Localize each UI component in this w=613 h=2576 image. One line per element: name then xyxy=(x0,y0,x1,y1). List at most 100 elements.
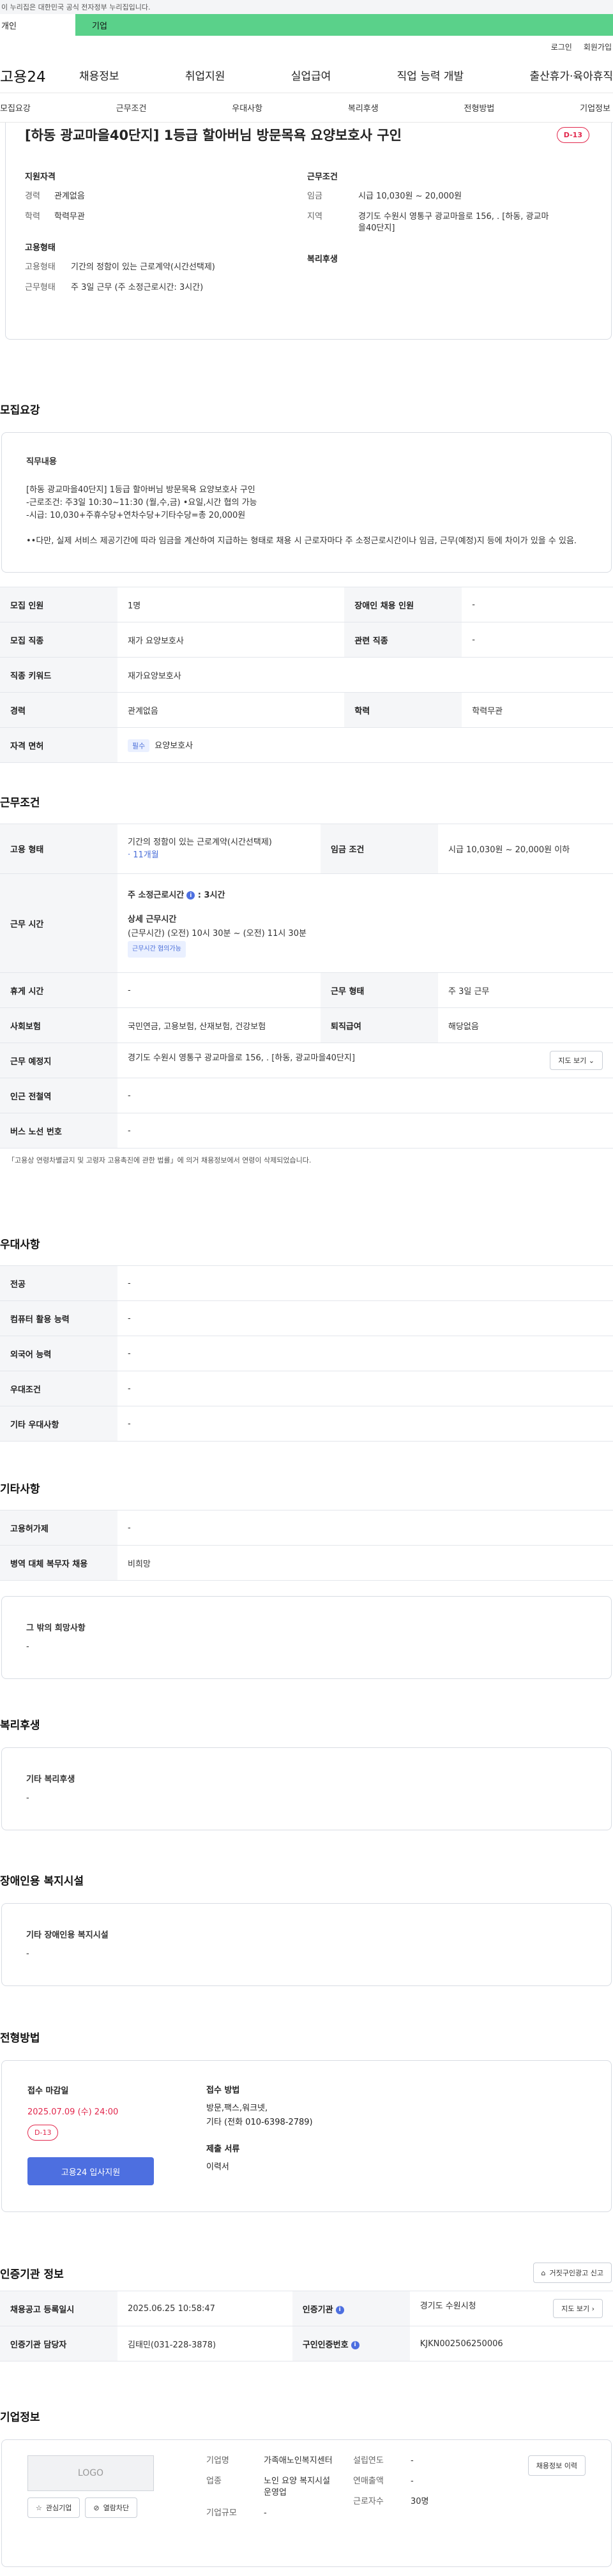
org-map-button-label: 지도 보기 xyxy=(561,2305,590,2313)
info-icon[interactable]: i xyxy=(351,2340,359,2349)
gnb-item-unemployment[interactable]: 실업급여 xyxy=(291,67,331,83)
subnav-welfare[interactable]: 복리후생 xyxy=(348,102,379,114)
pref-title: 우대사항 xyxy=(0,1239,40,1251)
disability-section: 장애인용 복지시설 기타 장애인용 복지시설 - xyxy=(0,1872,613,1986)
login-link[interactable]: 로그인 xyxy=(551,41,572,52)
edu-value: 학력무관 xyxy=(462,692,613,728)
map-button-label: 지도 보기 xyxy=(558,1057,587,1065)
gnb-item-training[interactable]: 직업 능력 개발 xyxy=(397,67,464,83)
time-label: 근무 시간 xyxy=(0,873,117,973)
size-row: 기업규모 - xyxy=(206,2508,353,2519)
disabled-value: - xyxy=(462,587,613,622)
signup-link[interactable]: 회원가입 xyxy=(584,41,612,52)
history-button-label: 채용정보 이력 xyxy=(536,2462,577,2470)
tab-personal[interactable]: 개인 xyxy=(0,14,75,36)
cond-heading: 근무조건 xyxy=(307,172,338,182)
map-button[interactable]: 지도 보기 ⌄ xyxy=(550,1051,603,1070)
block-button[interactable]: ⊘ 열람차단 xyxy=(85,2497,138,2518)
company-logo-col: LOGO ☆ 관심기업 ⊘ 열람차단 xyxy=(27,2455,206,2551)
staff-label: 근로자수 xyxy=(353,2497,384,2506)
info-icon[interactable]: i xyxy=(186,891,195,900)
table-row: 우대조건 - xyxy=(0,1371,613,1406)
company-name-label: 기업명 xyxy=(206,2456,229,2466)
weekly-hours-value: : 3시간 xyxy=(197,891,225,900)
job-title: [하동 광교마을40단지] 1등급 할아버님 방문목욕 요양보호사 구인 xyxy=(25,128,402,143)
qual-heading: 지원자격 xyxy=(25,172,56,182)
welfare-heading: 기타 복리후생 xyxy=(26,1775,75,1784)
wage-label: 임금 xyxy=(307,192,322,201)
industry-row: 업종 노인 요양 복지시설 운영업 xyxy=(206,2476,353,2499)
negotiable-tag: 근무시간 협의가능 xyxy=(128,941,186,958)
insurance-value: 국민연금, 고용보험, 산재보험, 건강보험 xyxy=(117,1007,321,1043)
detail-hours-label: 상세 근무시간 xyxy=(128,915,177,924)
num-value: KJKN002506250006 xyxy=(409,2326,613,2361)
gov-notice-text: 이 누리집은 대한민국 공식 전자정부 누리집입니다. xyxy=(1,3,151,11)
report-button[interactable]: ⌂ 거짓구인광고 신고 xyxy=(533,2263,612,2283)
related-label: 관련 직종 xyxy=(344,622,462,658)
gov-notice-bar: 이 누리집은 대한민국 공식 전자정부 누리집입니다. xyxy=(0,0,613,14)
career-row: 경력 관계없음 xyxy=(25,191,307,202)
site-logo[interactable]: 고용24 xyxy=(0,64,79,86)
wtype-row: 근무형태 주 3일 근무 (주 소정근로시간: 3시간) xyxy=(25,282,307,294)
gnb-item-jobs[interactable]: 채용정보 xyxy=(79,67,119,83)
etc-value: - xyxy=(117,1510,613,1546)
table-row: 인증기관 담당자 김태민(031-228-3878) 구인인증번호 i KJKN0… xyxy=(0,2326,613,2361)
etc-section: 기타사항 고용허가제 - 병역 대체 복무자 채용 비희망 그 밖의 희망사항 - xyxy=(0,1480,613,1679)
gnb-menu: 채용정보 취업지원 실업급여 직업 능력 개발 출산휴가·육아휴직 xyxy=(79,67,613,83)
bus-value: - xyxy=(117,1113,613,1149)
gnb-item-employment-support[interactable]: 취업지원 xyxy=(185,67,225,83)
career-label: 경력 xyxy=(25,192,40,201)
company-box: LOGO ☆ 관심기업 ⊘ 열람차단 기업명 가족애노인복지센터 업종 노인 요양 복지… xyxy=(1,2439,612,2567)
etype-value: 기간의 정함이 있는 근로계약(시간선택제) xyxy=(128,837,272,847)
edu-row: 학력 학력무관 xyxy=(25,211,307,223)
severance-label: 퇴직급여 xyxy=(321,1007,438,1043)
job-desc-box: 직무내용 [하동 광교마을40단지] 1등급 할아버님 방문목욕 요양보호사 구… xyxy=(1,432,612,573)
revenue-row: 연매출액 - xyxy=(353,2476,429,2487)
favorite-button-label: 관심기업 xyxy=(45,2504,72,2512)
apply-button[interactable]: 고용24 입사지원 xyxy=(27,2157,154,2185)
job-desc-line-2: -근로조건: 주3일 10:30~11:30 (월,수,금) •요일,시간 협의… xyxy=(26,498,257,508)
dday-badge: D-13 xyxy=(27,2125,59,2141)
work-section: 근무조건 고용 형태 기간의 정함이 있는 근로계약(시간선택제) · 11개월 … xyxy=(0,794,613,1165)
manager-value: 김태민(031-228-3878) xyxy=(117,2326,292,2361)
recruit-table: 모집 인원 1명 장애인 채용 인원 - 모집 직종 재가 요양보호사 관련 직… xyxy=(0,587,613,763)
docs-heading: 제출 서류 xyxy=(206,2144,240,2154)
gnb-item-leave[interactable]: 출산휴가·육아휴직 xyxy=(529,67,613,83)
headcount-value: 1명 xyxy=(117,587,345,622)
subnav-preferences[interactable]: 우대사항 xyxy=(232,102,262,114)
table-row: 외국어 능력 - xyxy=(0,1336,613,1371)
weekly-hours-label: 주 소정근로시간 xyxy=(128,891,185,900)
tab-company[interactable]: 기업 xyxy=(75,14,613,36)
section-subnav: 모집요강 근무조건 우대사항 복리후생 전형방법 기업정보 xyxy=(0,93,613,123)
dday-badge: D-13 xyxy=(556,126,589,143)
region-row: 지역 경기도 수원시 영통구 광교마을로 156, . [하동, 광교마을40단지… xyxy=(307,211,589,234)
subnav-company[interactable]: 기업정보 xyxy=(580,102,610,114)
subnav-recruit[interactable]: 모집요강 xyxy=(0,102,31,114)
welfare-section: 복리후생 기타 복리후생 - xyxy=(0,1716,613,1830)
subnav-conditions[interactable]: 근무조건 xyxy=(116,102,147,114)
staff-row: 근로자수 30명 xyxy=(353,2496,429,2508)
reg-value: 2025.06.25 10:58:47 xyxy=(117,2291,292,2326)
recruit-section: 모집요강 직무내용 [하동 광교마을40단지] 1등급 할아버님 방문목욕 요양… xyxy=(0,401,613,763)
favorite-button[interactable]: ☆ 관심기업 xyxy=(27,2497,80,2518)
history-button[interactable]: 채용정보 이력 xyxy=(527,2455,586,2476)
etc-value: 비희망 xyxy=(117,1545,613,1581)
rest-value: - xyxy=(117,972,321,1008)
org-map-button[interactable]: 지도 보기 › xyxy=(553,2299,603,2318)
job-desc-heading: 직무내용 xyxy=(26,457,57,467)
table-row: 고용 형태 기간의 정함이 있는 근로계약(시간선택제) · 11개월 임금 조건… xyxy=(0,824,613,874)
info-icon[interactable]: i xyxy=(335,2305,344,2314)
home-icon: ⌂ xyxy=(541,2268,546,2277)
table-row: 전공 - xyxy=(0,1265,613,1301)
severance-value: 해당없음 xyxy=(438,1007,613,1043)
wish-box: 그 밖의 희망사항 - xyxy=(1,1596,612,1679)
org-label-cell: 인증기관 i xyxy=(292,2291,410,2326)
wage-value: 시급 10,030원 ~ 20,000원 이하 xyxy=(438,824,613,874)
wage-value: 시급 10,030원 ~ 20,000원 xyxy=(358,192,462,201)
table-row: 기타 우대사항 - xyxy=(0,1406,613,1442)
revenue-label: 연매출액 xyxy=(353,2476,384,2486)
table-row: 직종 키워드 재가요양보호사 xyxy=(0,657,613,693)
subnav-selection[interactable]: 전형방법 xyxy=(464,102,495,114)
license-cell: 필수 요양보호사 xyxy=(117,727,613,763)
reg-label: 채용공고 등록일시 xyxy=(0,2291,117,2326)
